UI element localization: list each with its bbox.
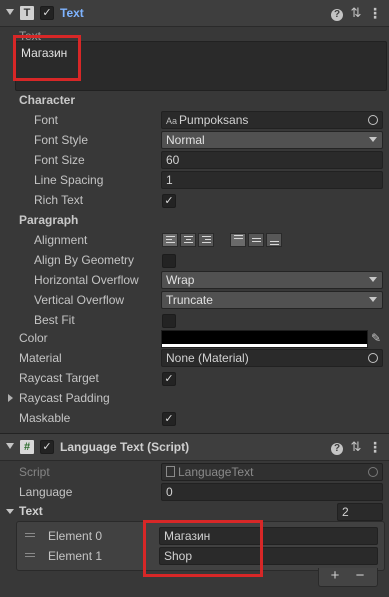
highlight-box-elements: [143, 520, 263, 577]
best-fit-checkbox[interactable]: [162, 314, 176, 328]
horizontal-overflow-label: Horizontal Overflow: [34, 273, 139, 287]
character-section-label: Character: [19, 93, 76, 107]
script-file-icon: [166, 466, 175, 477]
alignment-label: Alignment: [34, 233, 88, 247]
context-menu-icon[interactable]: ⋮: [368, 440, 382, 454]
add-element-button[interactable]: +: [325, 567, 345, 585]
context-menu-icon[interactable]: ⋮: [368, 6, 382, 20]
align-right-button[interactable]: [198, 233, 214, 247]
material-value: None (Material): [166, 351, 249, 365]
chevron-down-icon: [369, 297, 377, 302]
language-component-enabled-checkbox[interactable]: ✓: [40, 440, 54, 454]
font-asset-icon: Aa: [166, 116, 178, 126]
maskable-label: Maskable: [19, 411, 71, 425]
vertical-alignment-group: [230, 233, 287, 247]
preset-icon[interactable]: ⇅: [349, 440, 363, 454]
list-size-field[interactable]: 2: [337, 503, 383, 521]
best-fit-label: Best Fit: [34, 313, 75, 327]
align-top-button[interactable]: [230, 233, 246, 247]
object-picker-icon[interactable]: [368, 353, 378, 363]
vertical-overflow-dropdown[interactable]: Truncate: [161, 291, 383, 309]
maskable-checkbox[interactable]: ✓: [162, 412, 176, 426]
paragraph-section-label: Paragraph: [19, 213, 79, 227]
language-component-title: Language Text (Script): [60, 440, 190, 454]
horizontal-overflow-value: Wrap: [166, 273, 195, 287]
font-size-label: Font Size: [34, 153, 85, 167]
collapse-arrow-icon[interactable]: [6, 443, 14, 449]
element-1-label: Element 1: [48, 549, 103, 563]
line-spacing-field[interactable]: 1: [161, 171, 383, 189]
align-middle-button[interactable]: [248, 233, 264, 247]
font-style-dropdown[interactable]: Normal: [161, 131, 383, 149]
align-center-button[interactable]: [180, 233, 196, 247]
language-field[interactable]: 0: [161, 483, 383, 501]
preset-icon[interactable]: ⇅: [349, 6, 363, 20]
help-icon[interactable]: ?: [330, 6, 344, 21]
object-picker-icon: [368, 467, 378, 477]
rich-text-checkbox[interactable]: ✓: [162, 194, 176, 208]
script-icon: #: [20, 440, 34, 454]
color-field[interactable]: [161, 330, 368, 348]
language-label: Language: [19, 485, 73, 499]
alpha-bar: [162, 344, 367, 347]
raycast-target-checkbox[interactable]: ✓: [162, 372, 176, 386]
text-list-label[interactable]: Text: [19, 501, 43, 521]
rich-text-label: Rich Text: [34, 193, 84, 207]
script-label: Script: [19, 465, 50, 479]
align-by-geometry-label: Align By Geometry: [34, 253, 135, 267]
language-component-header[interactable]: # ✓ Language Text (Script) ? ⇅ ⋮: [0, 434, 389, 461]
help-icon[interactable]: ?: [330, 440, 344, 455]
element-0-label: Element 0: [48, 529, 103, 543]
font-field[interactable]: Aa Pumpoksans: [161, 111, 383, 129]
expand-arrow-icon[interactable]: [8, 394, 13, 402]
horizontal-overflow-dropdown[interactable]: Wrap: [161, 271, 383, 289]
highlight-box-text: [13, 35, 81, 81]
line-spacing-value: 1: [166, 173, 173, 187]
font-style-label: Font Style: [34, 133, 89, 147]
material-field[interactable]: None (Material): [161, 349, 383, 367]
text-component-header[interactable]: T ✓ Text ? ⇅ ⋮: [0, 0, 389, 27]
text-component-title: Text: [60, 6, 84, 20]
chevron-down-icon: [369, 137, 377, 142]
text-component-icon: T: [20, 6, 34, 20]
font-style-value: Normal: [166, 133, 205, 147]
material-label: Material: [19, 351, 62, 365]
language-value: 0: [166, 485, 173, 499]
horizontal-alignment-group: [162, 233, 219, 247]
list-expanded-arrow-icon[interactable]: [6, 509, 14, 514]
align-left-button[interactable]: [162, 233, 178, 247]
font-label: Font: [34, 113, 59, 127]
font-size-field[interactable]: 60: [161, 151, 383, 169]
remove-element-button[interactable]: −: [350, 567, 370, 585]
list-buttons: + −: [318, 567, 378, 587]
collapse-arrow-icon[interactable]: [6, 9, 14, 15]
object-picker-icon[interactable]: [368, 115, 378, 125]
vertical-overflow-label: Vertical Overflow: [34, 293, 125, 307]
font-value: Pumpoksans: [179, 113, 249, 127]
color-label: Color: [19, 331, 48, 345]
line-spacing-label: Line Spacing: [34, 173, 104, 187]
vertical-overflow-value: Truncate: [166, 293, 213, 307]
text-component-enabled-checkbox[interactable]: ✓: [40, 6, 54, 20]
raycast-padding-label[interactable]: Raycast Padding: [19, 388, 110, 408]
list-size-value: 2: [342, 505, 349, 519]
drag-handle-icon[interactable]: [25, 553, 35, 557]
eyedropper-icon[interactable]: ✎: [369, 331, 383, 345]
raycast-target-label: Raycast Target: [19, 371, 99, 385]
drag-handle-icon[interactable]: [25, 533, 35, 537]
align-by-geometry-checkbox[interactable]: [162, 254, 176, 268]
chevron-down-icon: [369, 277, 377, 282]
script-field: LanguageText: [161, 463, 383, 481]
font-size-value: 60: [166, 153, 180, 167]
script-value: LanguageText: [178, 465, 254, 479]
align-bottom-button[interactable]: [266, 233, 282, 247]
